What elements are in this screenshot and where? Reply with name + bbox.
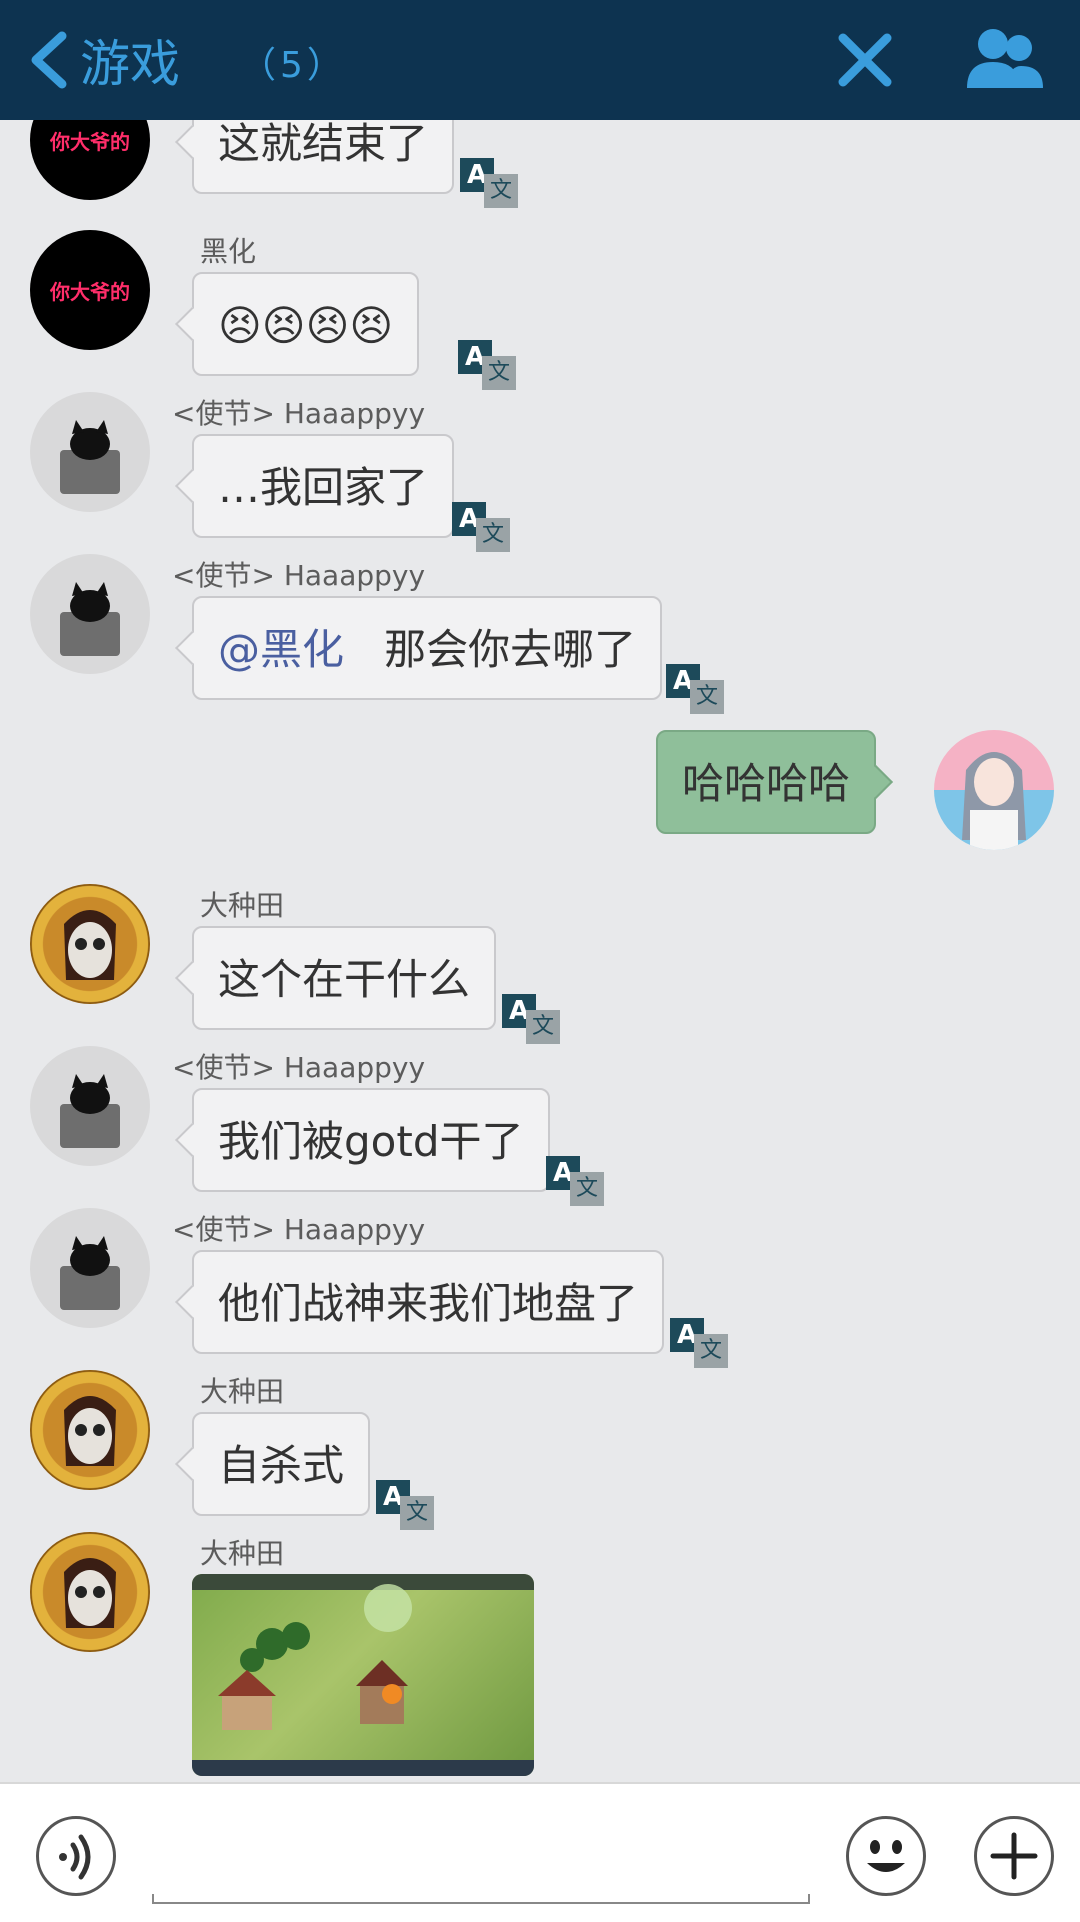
girl-avatar-image bbox=[962, 752, 1026, 850]
cat-avatar-image bbox=[60, 1236, 120, 1310]
plus-icon[interactable] bbox=[974, 1816, 1054, 1896]
cat-avatar-image bbox=[60, 1074, 120, 1148]
translate-wen: 文 bbox=[400, 1496, 434, 1530]
voice-glyph bbox=[59, 1834, 91, 1880]
avatar-text: 你大爷的 bbox=[50, 279, 130, 304]
game-screenshot-image[interactable] bbox=[192, 1574, 534, 1776]
translate-wen: 文 bbox=[476, 518, 510, 552]
avatar[interactable] bbox=[30, 1370, 150, 1490]
message-bubble[interactable]: 😣😣😣😣 bbox=[192, 272, 420, 376]
translate-icon[interactable]: A文 bbox=[666, 664, 728, 714]
avatar[interactable] bbox=[934, 730, 1054, 850]
message-row: 你大爷的 黑化 😣😣😣😣 A文 bbox=[0, 230, 1080, 390]
translate-icon[interactable]: A文 bbox=[502, 994, 564, 1044]
message-row: <使节> Haaappyy …我回家了 A文 bbox=[0, 392, 1080, 552]
avatar-text: 你大爷的 bbox=[50, 129, 130, 154]
message-row: 你大爷的 这就结束了 A文 bbox=[0, 120, 1080, 220]
message-row-mine: 哈哈哈哈 bbox=[0, 730, 1080, 860]
message-bubble[interactable]: 哈哈哈哈 bbox=[656, 730, 877, 834]
emoji-icon[interactable] bbox=[846, 1816, 926, 1896]
voice-icon[interactable] bbox=[36, 1816, 116, 1896]
sender-name: <使节> Haaappyy bbox=[172, 1213, 426, 1246]
message-row: <使节> Haaappyy 他们战神来我们地盘了 A文 bbox=[0, 1208, 1080, 1368]
sender-name: <使节> Haaappyy bbox=[172, 397, 426, 430]
cat-avatar-image bbox=[60, 582, 120, 656]
group-members-icon[interactable] bbox=[965, 26, 1045, 92]
message-input[interactable] bbox=[152, 1894, 810, 1904]
message-row: <使节> Haaappyy @黑化 那会你去哪了 A文 bbox=[0, 554, 1080, 714]
message-row: <使节> Haaappyy 我们被gotd干了 A文 bbox=[0, 1046, 1080, 1206]
mention-link[interactable]: @黑化 bbox=[218, 625, 344, 674]
avatar[interactable] bbox=[30, 1046, 150, 1166]
translate-wen: 文 bbox=[690, 680, 724, 714]
message-bubble[interactable]: 我们被gotd干了 bbox=[192, 1088, 550, 1192]
translate-icon[interactable]: A文 bbox=[460, 158, 522, 208]
message-bubble[interactable]: 他们战神来我们地盘了 bbox=[192, 1250, 665, 1354]
sender-name: <使节> Haaappyy bbox=[172, 1051, 426, 1084]
avatar[interactable]: 你大爷的 bbox=[30, 120, 150, 200]
emoji-glyph bbox=[867, 1840, 905, 1872]
message-bubble[interactable]: …我回家了 bbox=[192, 434, 455, 538]
message-text: 那会你去哪了 bbox=[384, 625, 637, 674]
game-scene bbox=[192, 1574, 534, 1776]
message-row: 大种田 自杀式 A文 bbox=[0, 1370, 1080, 1530]
avatar[interactable] bbox=[30, 392, 150, 512]
input-bar bbox=[0, 1782, 1080, 1922]
skull-avatar-image bbox=[64, 1558, 116, 1628]
member-count: （5） bbox=[240, 45, 347, 86]
top-bar: 游戏 （5） bbox=[0, 0, 1080, 120]
avatar[interactable] bbox=[30, 884, 150, 1004]
translate-icon[interactable]: A文 bbox=[546, 1156, 608, 1206]
sender-name: 大种田 bbox=[200, 1537, 285, 1570]
chevron-left-icon[interactable] bbox=[24, 30, 74, 90]
message-row: 大种田 这个在干什么 A文 bbox=[0, 884, 1080, 1044]
translate-wen: 文 bbox=[694, 1334, 728, 1368]
skull-avatar-image bbox=[64, 1396, 116, 1466]
message-bubble[interactable]: 这个在干什么 bbox=[192, 926, 497, 1030]
sender-name: 大种田 bbox=[200, 889, 285, 922]
translate-icon[interactable]: A文 bbox=[452, 502, 514, 552]
message-bubble[interactable]: @黑化 那会你去哪了 bbox=[192, 596, 663, 700]
sender-name: 大种田 bbox=[200, 1375, 285, 1408]
message-bubble[interactable]: 自杀式 bbox=[192, 1412, 371, 1516]
message-bubble[interactable]: 这就结束了 bbox=[192, 120, 455, 194]
translate-wen: 文 bbox=[570, 1172, 604, 1206]
message-row: 大种田 bbox=[0, 1532, 1080, 1782]
translate-wen: 文 bbox=[526, 1010, 560, 1044]
sender-name: <使节> Haaappyy bbox=[172, 559, 426, 592]
avatar[interactable]: 你大爷的 bbox=[30, 230, 150, 350]
avatar[interactable] bbox=[30, 1532, 150, 1652]
translate-icon[interactable]: A文 bbox=[670, 1318, 732, 1368]
avatar[interactable] bbox=[30, 554, 150, 674]
sender-name: 黑化 bbox=[200, 235, 257, 268]
translate-wen: 文 bbox=[482, 356, 516, 390]
plus-glyph bbox=[990, 1832, 1038, 1880]
translate-icon[interactable]: A文 bbox=[458, 340, 520, 390]
skull-avatar-image bbox=[64, 910, 116, 980]
avatar[interactable] bbox=[30, 1208, 150, 1328]
translate-icon[interactable]: A文 bbox=[376, 1480, 438, 1530]
close-icon[interactable] bbox=[835, 30, 895, 90]
page-title: 游戏 bbox=[80, 35, 180, 93]
translate-wen: 文 bbox=[484, 174, 518, 208]
message-list[interactable]: 你大爷的 这就结束了 A文 你大爷的 黑化 😣😣😣😣 A文 <使节> Haaap… bbox=[0, 120, 1080, 1782]
cat-avatar-image bbox=[60, 420, 120, 494]
